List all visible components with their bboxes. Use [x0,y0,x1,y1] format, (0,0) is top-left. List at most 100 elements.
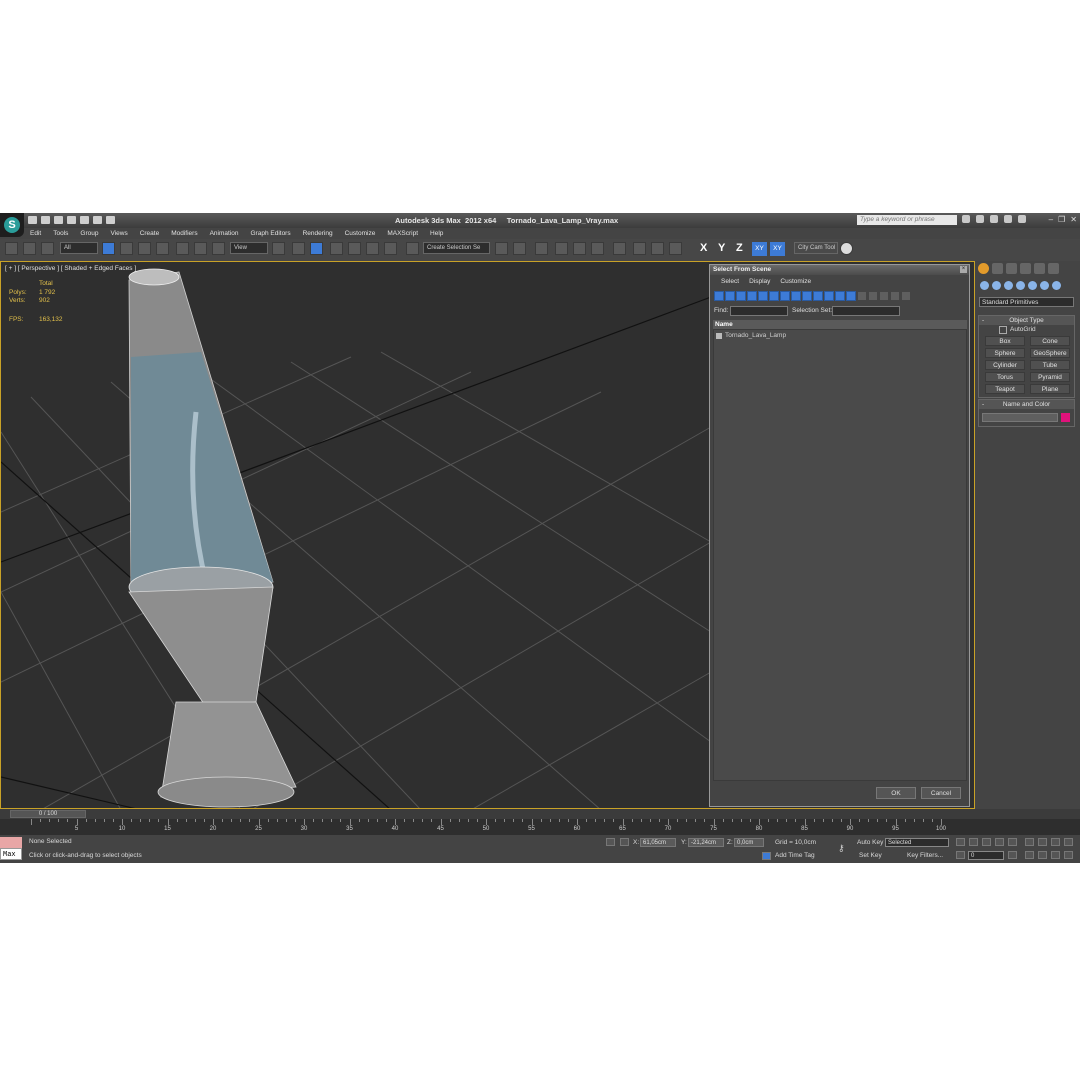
help-icon[interactable] [1018,215,1026,223]
keyboard-shortcut-toggle-icon[interactable] [310,242,323,255]
name-and-color-header[interactable]: - Name and Color [979,400,1074,409]
restore-icon[interactable]: ❐ [1058,215,1065,224]
selection-set-dropdown[interactable] [832,306,900,316]
render-production-icon[interactable] [669,242,682,255]
go-to-end-icon[interactable] [1008,838,1017,846]
time-configuration-icon[interactable] [1008,851,1017,859]
filter-icon[interactable] [890,291,900,301]
align-icon[interactable] [513,242,526,255]
create-tab-icon[interactable] [978,263,989,274]
geometry-icon[interactable] [980,281,989,290]
mirror-icon[interactable] [495,242,508,255]
play-icon[interactable] [982,838,991,846]
autogrid-checkbox[interactable]: AutoGrid [979,325,1074,334]
teapot-button[interactable]: Teapot [985,384,1025,394]
lights-icon[interactable] [1004,281,1013,290]
link-icon[interactable] [5,242,18,255]
display-none-icon[interactable] [857,291,867,301]
object-type-header[interactable]: - Object Type [979,316,1074,325]
select-by-name-icon[interactable] [120,242,133,255]
spinner-snap-icon[interactable] [384,242,397,255]
ok-button[interactable]: OK [876,787,916,799]
key-icon[interactable]: ⚷ [838,843,850,853]
rectangular-selection-icon[interactable] [138,242,151,255]
invert-display-icon[interactable] [868,291,878,301]
city-cam-tool-button[interactable]: City Cam Tool [794,242,838,254]
new-file-icon[interactable] [28,216,37,224]
shapes-icon[interactable] [992,281,1001,290]
display-hidden-icon[interactable] [835,291,845,301]
zoom-all-icon[interactable] [1038,838,1047,846]
menu-tools[interactable]: Tools [47,228,74,239]
select-object-icon[interactable] [102,242,115,255]
select-manipulate-icon[interactable] [292,242,305,255]
subscription-icon[interactable] [976,215,984,223]
display-all-icon[interactable] [846,291,856,301]
object-color-swatch[interactable] [1061,413,1070,422]
close-icon[interactable]: × [960,266,967,273]
display-lights-icon[interactable] [736,291,746,301]
selection-filter-dropdown[interactable]: All [60,242,98,254]
pivot-center-icon[interactable] [272,242,285,255]
menu-animation[interactable]: Animation [204,228,245,239]
menu-maxscript[interactable]: MAXScript [381,228,424,239]
axis-x-button[interactable]: X [700,242,707,254]
pyramid-button[interactable]: Pyramid [1030,372,1070,382]
teapot-icon[interactable] [840,242,853,255]
maxscript-mini-listener-top[interactable] [0,837,22,848]
save-file-icon[interactable] [54,216,63,224]
search-input[interactable]: Type a keyword or phrase [857,215,957,225]
time-slider-thumb[interactable]: 0 / 100 [10,810,86,818]
dialog-menu-select[interactable]: Select [716,278,744,285]
project-folder-icon[interactable] [93,216,102,224]
absolute-mode-icon[interactable] [620,838,629,846]
auto-key-button[interactable]: Auto Key [857,839,883,846]
space-warps-icon[interactable] [1040,281,1049,290]
go-to-start-icon[interactable] [956,838,965,846]
select-and-rotate-icon[interactable] [194,242,207,255]
display-tab-icon[interactable] [1034,263,1045,274]
set-key-button[interactable]: Set Key [859,852,882,859]
viewport-label[interactable]: [ + ] [ Perspective ] [ Shaded + Edged F… [5,265,136,272]
zoom-extents-all-icon[interactable] [1064,838,1073,846]
display-containers-icon[interactable] [813,291,823,301]
find-input[interactable] [730,306,788,316]
axis-z-button[interactable]: Z [736,242,743,254]
menu-views[interactable]: Views [104,228,133,239]
field-of-view-icon[interactable] [1025,851,1034,859]
cancel-button[interactable]: Cancel [921,787,961,799]
open-file-icon[interactable] [41,216,50,224]
select-and-scale-icon[interactable] [212,242,225,255]
display-frozen-icon[interactable] [824,291,834,301]
lock-selection-icon[interactable] [606,838,615,846]
redo-icon[interactable] [80,216,89,224]
menu-edit[interactable]: Edit [24,228,47,239]
helpers-icon[interactable] [1028,281,1037,290]
hierarchy-tab-icon[interactable] [1006,263,1017,274]
curve-editor-icon[interactable] [573,242,586,255]
display-groups-icon[interactable] [780,291,790,301]
favorites-star-icon[interactable] [1004,215,1012,223]
percent-snap-icon[interactable] [366,242,379,255]
zoom-extents-icon[interactable] [1051,838,1060,846]
time-tag-icon[interactable] [762,852,771,860]
communication-icon[interactable] [990,215,998,223]
material-editor-icon[interactable] [613,242,626,255]
maxscript-listener[interactable]: Max [0,837,22,861]
menu-customize[interactable]: Customize [339,228,382,239]
select-and-move-icon[interactable] [176,242,189,255]
dialog-menu-customize[interactable]: Customize [775,278,816,285]
render-setup-icon[interactable] [633,242,646,255]
app-logo-button[interactable]: S [0,213,24,237]
primitive-category-dropdown[interactable]: Standard Primitives [979,297,1074,307]
menu-group[interactable]: Group [74,228,104,239]
sphere-button[interactable]: Sphere [985,348,1025,358]
motion-tab-icon[interactable] [1020,263,1031,274]
filter-options-icon[interactable] [901,291,911,301]
y-coord-field[interactable]: -21,24cm [688,838,724,847]
cylinder-button[interactable]: Cylinder [985,360,1025,370]
graphite-modeling-icon[interactable] [555,242,568,255]
unlink-icon[interactable] [23,242,36,255]
close-icon[interactable]: ✕ [1070,215,1077,224]
menu-rendering[interactable]: Rendering [297,228,339,239]
